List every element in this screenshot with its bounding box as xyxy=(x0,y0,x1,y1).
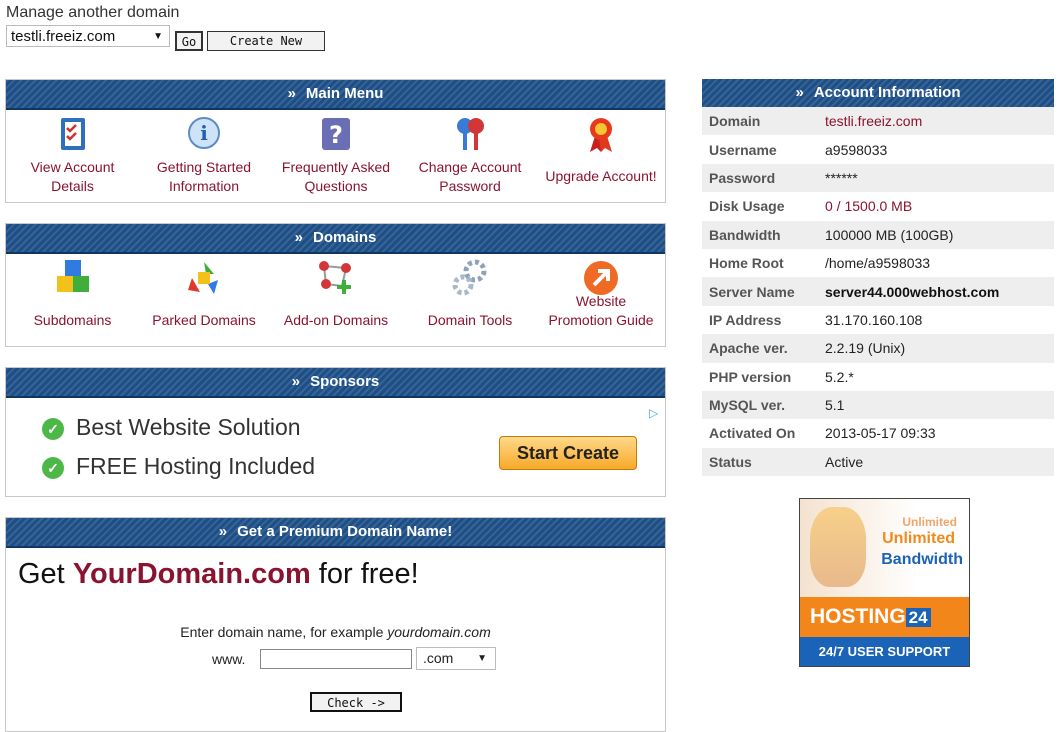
clipboard-checklist-icon xyxy=(53,114,93,154)
svg-text:i: i xyxy=(200,121,208,145)
table-row: Home Root/home/a9598033 xyxy=(709,255,931,272)
ad-choices-icon[interactable]: ▷ xyxy=(649,406,663,420)
premium-domain-panel: » Get a Premium Domain Name! Get YourDoma… xyxy=(5,517,666,732)
manage-domain-label: Manage another domain xyxy=(6,4,180,21)
table-row: Status Active xyxy=(702,447,1054,477)
getting-started-link[interactable]: i Getting Started Information xyxy=(139,114,269,196)
tld-select[interactable]: .com ▼ xyxy=(416,647,496,670)
cubes-icon xyxy=(53,258,93,298)
award-ribbon-icon xyxy=(581,114,621,154)
domains-panel: » Domains Subdomains Parked Domains Add-o… xyxy=(5,223,666,347)
support-agent-image xyxy=(810,507,866,587)
svg-text:?: ? xyxy=(329,121,343,149)
question-mark-icon: ? xyxy=(316,114,356,154)
table-row: Activated On 2013-05-17 09:33 xyxy=(709,425,936,442)
account-info-table: Domain testli.freeiz.com Username a9598033… xyxy=(702,107,1054,477)
main-menu-header: » Main Menu xyxy=(6,80,665,110)
premium-headline: Get YourDomain.com for free! xyxy=(18,558,419,590)
table-row: PHP version 5.2.* xyxy=(709,368,854,385)
enter-domain-instruction: Enter domain name, for example yourdomai… xyxy=(180,624,491,640)
account-info-header: » Account Information xyxy=(702,79,1054,109)
go-button[interactable]: Go xyxy=(175,31,203,51)
table-row: Username a9598033 xyxy=(709,141,888,158)
disk-usage-value: 0 / 1500.0 MB xyxy=(825,198,913,215)
double-chevron-icon: » xyxy=(287,85,296,102)
table-row: Server Name server44.000webhost.com xyxy=(702,277,1054,306)
domain-tools-link[interactable]: Domain Tools xyxy=(403,258,537,330)
upgrade-account-link[interactable]: Upgrade Account! xyxy=(537,114,665,196)
check-circle-icon: ✓ xyxy=(42,456,64,479)
domain-value: testli.freeiz.com xyxy=(825,113,923,130)
banner-top: Unlimited Unlimited Bandwidth xyxy=(800,499,969,597)
hosting-banner-ad[interactable]: Unlimited Unlimited Bandwidth HOSTING 24 … xyxy=(799,498,970,667)
check-circle-icon: ✓ xyxy=(42,417,64,440)
domain-name-input[interactable] xyxy=(260,649,412,669)
premium-domain-header: » Get a Premium Domain Name! xyxy=(6,518,665,548)
subdomains-link[interactable]: Subdomains xyxy=(6,258,139,330)
table-row: Disk Usage 0 / 1500.0 MB xyxy=(702,192,1054,220)
website-promotion-link[interactable]: Website Promotion Guide xyxy=(537,258,665,330)
main-menu-panel: » Main Menu View Account Details i Getting… xyxy=(5,79,666,203)
create-new-button[interactable]: Create New xyxy=(207,31,325,51)
ad-line-1: ✓ Best Website Solution xyxy=(42,414,301,441)
table-row: Password ****** xyxy=(702,163,1054,193)
domains-header: » Domains xyxy=(6,224,665,254)
molecule-add-icon xyxy=(316,258,356,298)
table-row: MySQL ver. 5.1 xyxy=(702,390,1054,420)
info-bubble-icon: i xyxy=(184,114,224,154)
sponsors-header: » Sponsors xyxy=(6,368,665,398)
parked-domains-link[interactable]: Parked Domains xyxy=(139,258,269,330)
table-row: IP Address 31.170.160.108 xyxy=(709,311,923,328)
www-label: www. xyxy=(212,651,246,667)
recycle-icon xyxy=(184,258,224,298)
keys-icon xyxy=(450,114,490,154)
arrow-circle-icon xyxy=(581,258,621,298)
faq-link[interactable]: ? Frequently Asked Questions xyxy=(269,114,403,196)
check-domain-button[interactable]: Check -> xyxy=(310,692,402,712)
double-chevron-icon: » xyxy=(795,84,804,101)
change-password-link[interactable]: Change Account Password xyxy=(403,114,537,196)
double-chevron-icon: » xyxy=(294,229,303,246)
sponsor-ad[interactable]: ▷ ✓ Best Website Solution ✓ FREE Hosting I… xyxy=(6,398,665,498)
chevron-down-icon: ▼ xyxy=(153,31,163,42)
double-chevron-icon: » xyxy=(218,523,228,540)
view-account-details-link[interactable]: View Account Details xyxy=(6,114,139,196)
domain-select-value: testli.freeiz.com xyxy=(11,28,116,45)
table-row: Bandwidth 100000 MB (100GB) xyxy=(702,220,1054,249)
account-info-panel: » Account Information Domain testli.freeiz… xyxy=(702,79,1054,477)
addon-domains-link[interactable]: Add-on Domains xyxy=(269,258,403,330)
gears-icon xyxy=(450,258,490,298)
table-row: Apache ver. 2.2.19 (Unix) xyxy=(702,334,1054,363)
sponsors-panel: » Sponsors ▷ ✓ Best Website Solution ✓ FREE… xyxy=(5,367,666,497)
banner-support: 24/7 USER SUPPORT xyxy=(800,637,969,666)
start-create-button[interactable]: Start Create xyxy=(499,436,637,470)
banner-brand: HOSTING 24 xyxy=(800,597,969,637)
ad-line-2: ✓ FREE Hosting Included xyxy=(42,453,315,480)
chevron-down-icon: ▼ xyxy=(477,653,487,664)
double-chevron-icon: » xyxy=(291,373,301,390)
table-row: Domain testli.freeiz.com xyxy=(702,107,1054,136)
domain-select[interactable]: testli.freeiz.com ▼ xyxy=(6,25,170,47)
server-name-value: server44.000webhost.com xyxy=(825,283,1000,300)
